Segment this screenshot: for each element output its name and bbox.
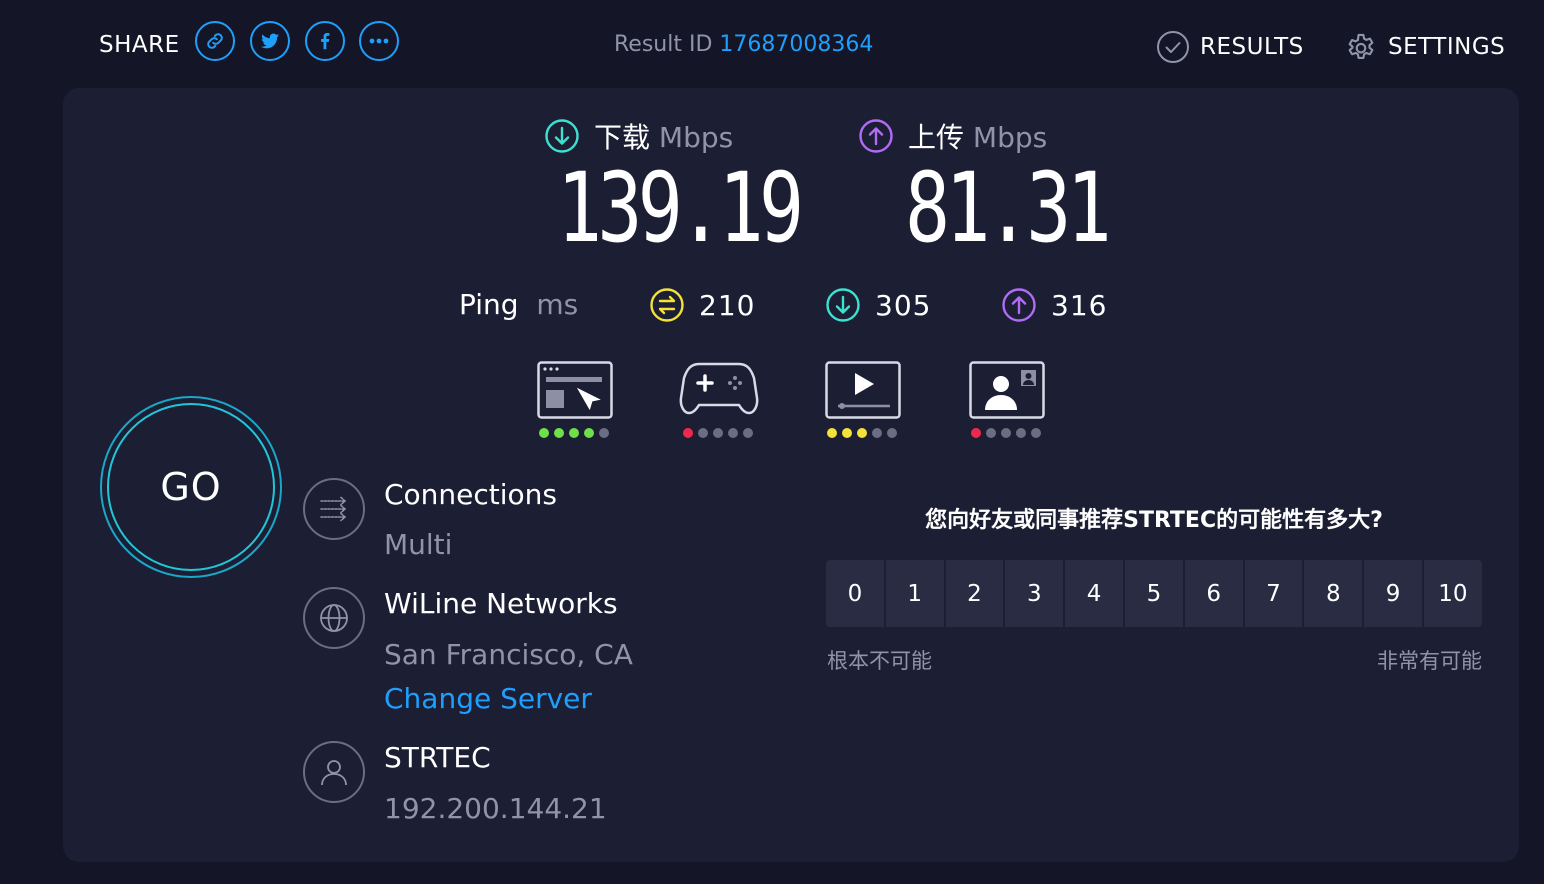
rating-dot [986, 428, 996, 438]
survey-option-5[interactable]: 5 [1124, 560, 1183, 627]
rating-dot [887, 428, 897, 438]
web-browsing-rating [539, 428, 609, 438]
download-label: 下载 [594, 121, 651, 154]
results-button[interactable]: RESULTS [1156, 30, 1304, 64]
connections-icon [303, 478, 365, 540]
rating-dot [698, 428, 708, 438]
ping-idle: 210 [649, 287, 755, 323]
survey-option-3[interactable]: 3 [1005, 560, 1064, 627]
upload-speed-value: 81.31 [905, 152, 1112, 264]
ping-download: 305 [825, 287, 931, 323]
settings-button[interactable]: SETTINGS [1344, 30, 1505, 64]
share-link-button[interactable] [195, 21, 235, 61]
ping-upload-value: 316 [1051, 288, 1108, 322]
rating-dot [743, 428, 753, 438]
rating-dot [713, 428, 723, 438]
result-id-label: Result ID [614, 32, 713, 57]
survey-high-label: 非常有可能 [1377, 649, 1482, 673]
result-id: Result ID 17687008364 [614, 32, 873, 57]
result-id-link[interactable]: 17687008364 [719, 32, 873, 57]
survey-low-label: 根本不可能 [827, 649, 932, 673]
survey-option-4[interactable]: 4 [1065, 560, 1123, 627]
rating-dot [683, 428, 693, 438]
more-icon [369, 38, 389, 44]
rating-dot [1031, 428, 1041, 438]
rating-dot [842, 428, 852, 438]
video-streaming-icon [825, 361, 901, 419]
web-browsing-quality [537, 361, 613, 423]
facebook-icon [321, 33, 330, 50]
survey-option-6[interactable]: 6 [1184, 560, 1243, 627]
results-label: RESULTS [1200, 34, 1304, 60]
upload-label: 上传 [908, 121, 965, 154]
survey-option-1[interactable]: 1 [885, 560, 944, 627]
twitter-icon [260, 33, 280, 49]
survey-option-7[interactable]: 7 [1244, 560, 1303, 627]
ping-label-text: Ping [459, 288, 519, 321]
ping-upload: 316 [1001, 287, 1107, 323]
survey-option-8[interactable]: 8 [1304, 560, 1363, 627]
client-ip: 192.200.144.21 [384, 792, 607, 825]
survey-option-9[interactable]: 9 [1364, 560, 1422, 627]
rating-dot [1001, 428, 1011, 438]
survey-option-2[interactable]: 2 [945, 560, 1004, 627]
gaming-quality [679, 361, 759, 423]
ping-idle-icon [650, 288, 684, 322]
rating-dot [971, 428, 981, 438]
ping-download-value: 305 [875, 288, 932, 322]
rating-dot [584, 428, 594, 438]
server-name: WiLine Networks [384, 587, 618, 620]
web-browsing-icon [537, 361, 613, 419]
go-button[interactable]: GO [100, 396, 282, 578]
rating-dot [1016, 428, 1026, 438]
user-icon [303, 741, 365, 803]
share-facebook-button[interactable] [305, 21, 345, 61]
gear-icon [1348, 33, 1374, 59]
upload-icon [859, 119, 893, 153]
rating-dot [539, 428, 549, 438]
survey-option-10[interactable]: 10 [1423, 560, 1482, 627]
ping-unit: ms [536, 288, 579, 321]
client-isp-name: STRTEC [384, 741, 491, 774]
link-icon [207, 33, 223, 49]
video-streaming-quality [825, 361, 901, 423]
ping-download-icon [826, 288, 860, 322]
video-call-quality [969, 361, 1045, 423]
connections-title: Connections [384, 478, 558, 511]
survey-question: 您向好友或同事推荐STRTEC的可能性有多大? [925, 508, 1383, 533]
rating-dot [569, 428, 579, 438]
download-icon [545, 119, 579, 153]
rating-dot [554, 428, 564, 438]
settings-label: SETTINGS [1388, 34, 1506, 60]
go-label: GO [107, 403, 275, 571]
survey-option-0[interactable]: 0 [826, 560, 884, 627]
rating-dot [827, 428, 837, 438]
video-call-icon [969, 361, 1045, 419]
share-twitter-button[interactable] [250, 21, 290, 61]
server-location: San Francisco, CA [384, 638, 633, 671]
download-speed-value: 139.19 [557, 152, 804, 264]
upload-unit: Mbps [972, 121, 1048, 154]
ping-idle-value: 210 [699, 288, 756, 322]
ping-label: Ping ms [459, 288, 578, 321]
download-header: 下载 Mbps [544, 116, 733, 156]
rating-dot [872, 428, 882, 438]
change-server-link[interactable]: Change Server [384, 682, 592, 715]
survey-scale: 0 1 2 3 4 5 6 7 8 9 10 [826, 560, 1482, 627]
download-unit: Mbps [658, 121, 734, 154]
video-call-rating [971, 428, 1041, 438]
gaming-icon [679, 362, 759, 415]
rating-dot [728, 428, 738, 438]
ping-upload-icon [1002, 288, 1036, 322]
check-circle-icon [1157, 31, 1189, 63]
share-label: SHARE [99, 32, 180, 58]
gaming-rating [683, 428, 753, 438]
share-more-button[interactable] [359, 21, 399, 61]
upload-header: 上传 Mbps [858, 116, 1047, 156]
rating-dot [857, 428, 867, 438]
connections-value: Multi [384, 528, 453, 561]
video-streaming-rating [827, 428, 897, 438]
rating-dot [599, 428, 609, 438]
globe-icon [303, 587, 365, 649]
